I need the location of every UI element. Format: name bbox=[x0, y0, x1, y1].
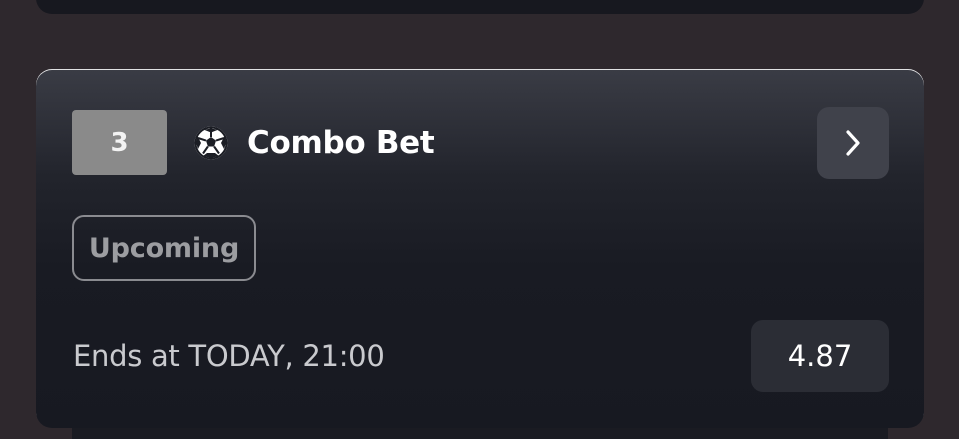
soccer-ball-icon bbox=[194, 126, 228, 160]
odds-value[interactable]: 4.87 bbox=[751, 320, 889, 392]
bet-card[interactable]: 3 Combo Bet Upcoming Ends at TODAY, 21:0… bbox=[36, 69, 924, 428]
chevron-right-icon bbox=[846, 130, 860, 156]
selection-count-badge: 3 bbox=[72, 110, 167, 175]
status-badge: Upcoming bbox=[72, 215, 256, 281]
end-time-label: Ends at TODAY, 21:00 bbox=[73, 339, 385, 373]
next-card-edge bbox=[72, 428, 888, 439]
open-bet-button[interactable] bbox=[817, 107, 889, 179]
bet-title: Combo Bet bbox=[247, 125, 435, 161]
previous-bet-card bbox=[36, 0, 924, 14]
